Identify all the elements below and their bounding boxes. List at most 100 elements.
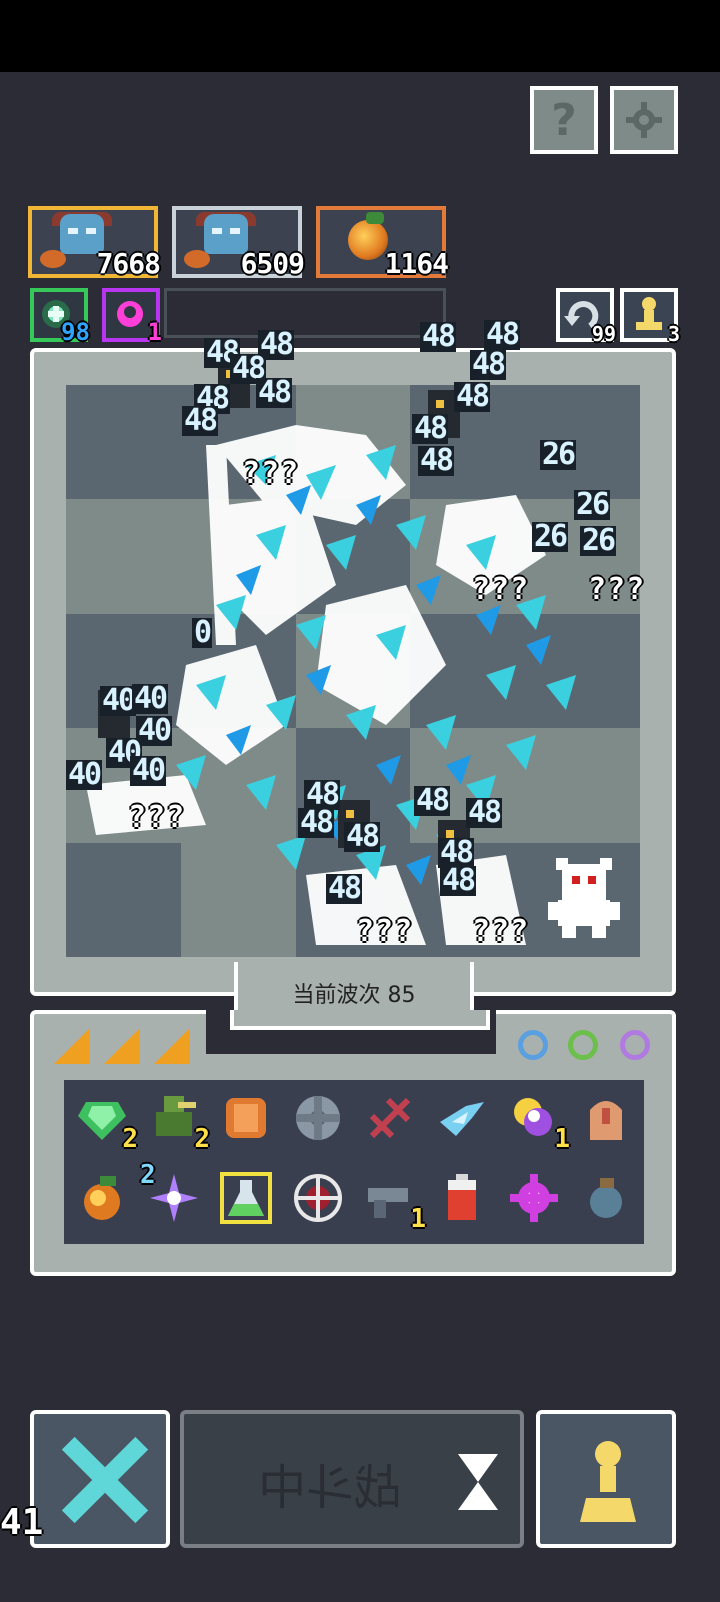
- damage-number: 40: [66, 757, 102, 792]
- damage-number: 48: [412, 411, 448, 446]
- timer-label: 41: [0, 1502, 44, 1543]
- damage-number: 48: [418, 443, 454, 478]
- soldier-item[interactable]: 2: [146, 1090, 210, 1154]
- cog-flower-item[interactable]: [506, 1170, 562, 1226]
- resource-value: 6509: [240, 247, 305, 280]
- ring-icon[interactable]: [518, 1030, 548, 1060]
- damage-number: 48: [182, 403, 218, 438]
- cog-flower-icon: [510, 1174, 558, 1222]
- damage-number: 26: [540, 437, 576, 472]
- battery-icon: [448, 1174, 476, 1220]
- sun-icon: [184, 250, 210, 268]
- refresh-counter[interactable]: 99: [556, 288, 616, 346]
- ring-icon[interactable]: [620, 1030, 650, 1060]
- skill-count: 1: [147, 318, 162, 346]
- damage-number: 48: [414, 783, 450, 818]
- white-monster-unit[interactable]: [548, 858, 620, 940]
- damage-number: 26: [580, 523, 616, 558]
- resource-value: 7668: [96, 247, 161, 280]
- unknown-label: ???: [588, 572, 646, 607]
- skill-green[interactable]: 98: [30, 288, 90, 346]
- status-bar: [0, 0, 720, 72]
- bird-icon: [440, 1102, 484, 1136]
- crosshair-icon: [294, 1174, 342, 1222]
- potion-swirl-item[interactable]: 1: [506, 1090, 570, 1154]
- battery-item[interactable]: [434, 1170, 490, 1226]
- pawn-icon: [580, 1441, 636, 1522]
- fruit-icon: [84, 1176, 120, 1220]
- crosshair-item[interactable]: [290, 1170, 346, 1226]
- fruit-icon: [348, 212, 388, 260]
- sun-icon: [40, 250, 66, 268]
- inventory-tab-3[interactable]: [154, 1028, 190, 1064]
- help-icon: ?: [551, 94, 577, 146]
- damage-number: 48: [470, 347, 506, 382]
- shield-disc-icon: [296, 1096, 340, 1140]
- tombstone-item[interactable]: [578, 1090, 634, 1146]
- item-count: 2: [140, 1160, 156, 1190]
- pawn-button[interactable]: [536, 1410, 676, 1548]
- damage-number: 48: [440, 863, 476, 898]
- pawn-counter[interactable]: 3: [620, 288, 680, 346]
- damage-number: 48: [298, 805, 334, 840]
- bird-item[interactable]: [434, 1090, 490, 1146]
- damage-number: 48: [484, 317, 520, 352]
- armor-item[interactable]: [218, 1090, 274, 1146]
- gun-item[interactable]: 1: [362, 1170, 426, 1234]
- damage-number: 26: [532, 519, 568, 554]
- unknown-label: ???: [472, 572, 530, 607]
- skill-slot-empty: [164, 288, 446, 338]
- dna-icon: [369, 1097, 411, 1139]
- fruit-item[interactable]: [74, 1170, 130, 1226]
- inventory-tab-2[interactable]: [104, 1028, 140, 1064]
- battle-label: 战斗中: [258, 1460, 403, 1516]
- battle-status-button[interactable]: 战斗中: [180, 1410, 524, 1548]
- green-gem-icon: [78, 1102, 126, 1140]
- resource-hero-1: 7668: [28, 206, 161, 280]
- unknown-label: ???: [128, 800, 186, 835]
- inventory-tab-1[interactable]: [54, 1028, 90, 1064]
- resource-fruit: 1164: [316, 206, 449, 280]
- item-count: 1: [410, 1204, 426, 1234]
- sparkle-item[interactable]: 2: [140, 1160, 202, 1226]
- resource-hero-2: 6509: [172, 206, 305, 280]
- flask-icon: [220, 1172, 272, 1224]
- green-gem-item[interactable]: 2: [74, 1090, 138, 1154]
- damage-number: 48: [420, 319, 456, 354]
- damage-number: 48: [454, 379, 490, 414]
- damage-number: 48: [344, 819, 380, 854]
- potion-swirl-icon: [514, 1098, 552, 1136]
- grenade-item[interactable]: [578, 1170, 634, 1226]
- dna-item[interactable]: [362, 1090, 418, 1146]
- damage-number: 48: [466, 795, 502, 830]
- flask-item[interactable]: [218, 1170, 274, 1226]
- gear-icon: [626, 102, 662, 138]
- wave-tab-base: [230, 1010, 490, 1030]
- pawn-count: 3: [667, 322, 680, 346]
- armor-icon: [226, 1098, 266, 1138]
- hourglass-icon: [458, 1454, 498, 1510]
- damage-number: 40: [132, 681, 168, 716]
- unknown-label: ???: [472, 914, 530, 949]
- damage-number: 26: [574, 487, 610, 522]
- ring-icon[interactable]: [568, 1030, 598, 1060]
- refresh-count: 99: [591, 322, 616, 346]
- gun-icon: [368, 1188, 408, 1218]
- wave-label: 当前波次 85: [292, 983, 416, 1008]
- damage-number: 48: [326, 871, 362, 906]
- skill-pink[interactable]: 1: [102, 288, 162, 346]
- damage-number: 40: [130, 753, 166, 788]
- tombstone-icon: [590, 1101, 622, 1140]
- skill-count: 98: [61, 318, 90, 346]
- unknown-label: ???: [356, 914, 414, 949]
- pawn-icon: [636, 297, 662, 330]
- item-count: 1: [554, 1124, 570, 1154]
- shield-disc-item[interactable]: [290, 1090, 346, 1146]
- soldier-icon: [156, 1096, 196, 1136]
- item-count: 2: [194, 1124, 210, 1154]
- damage-number: 48: [256, 375, 292, 410]
- help-button[interactable]: ?: [530, 86, 598, 154]
- unknown-label: ???: [242, 456, 300, 491]
- settings-button[interactable]: [610, 86, 678, 154]
- damage-number: 0: [192, 615, 212, 650]
